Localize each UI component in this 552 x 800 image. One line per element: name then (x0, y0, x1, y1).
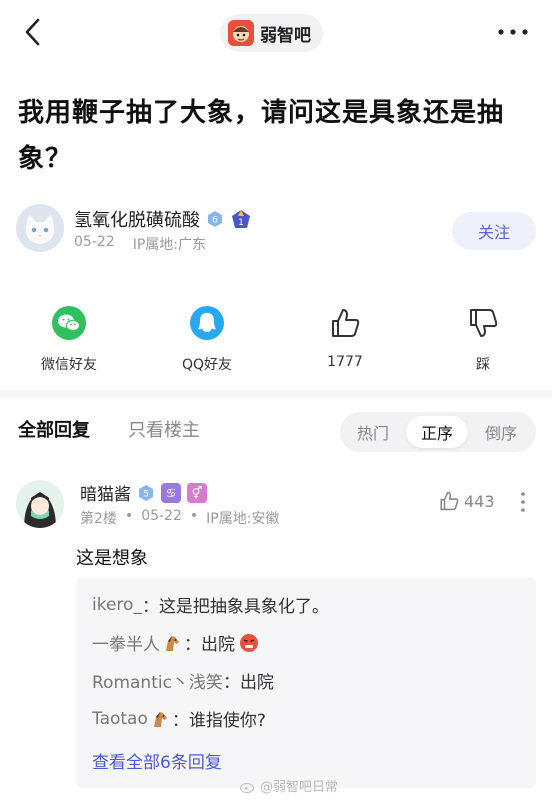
comment-like-count: 443 (464, 491, 495, 511)
like-count: 1777 (327, 354, 363, 370)
watermark-text: @弱智吧日常 (260, 780, 339, 795)
comment-ip: IP属地:安徽 (206, 511, 280, 527)
view-all-replies-link[interactable]: 查看全部6条回复 (92, 748, 222, 773)
share-qq-button[interactable]: QQ好友 (152, 300, 262, 374)
post-title: 我用鞭子抽了大象，请问这是具象还是抽象？ (18, 98, 505, 174)
author-avatar[interactable] (16, 204, 64, 252)
commenter-name-row: 暗猫酱 5 ♋ ⚥ (80, 480, 207, 505)
gender-badge-icon: ⚥ (187, 482, 207, 503)
author-level: 6 (212, 216, 218, 226)
sub-reply-text: 出院 (239, 673, 274, 693)
sub-reply: ikero_ ： 这是把抽象具象化了。 (92, 592, 329, 618)
wechat-label: 微信好友 (41, 357, 97, 373)
sub-reply: 一拳半人 ： 出院 (92, 630, 259, 655)
sub-reply-user[interactable]: Romantic丶浅笑 (92, 668, 223, 693)
level-badge-icon: 5 (139, 484, 153, 501)
forum-pill[interactable]: 弱智吧 (220, 14, 323, 52)
sort-hot[interactable]: 热门 (342, 416, 404, 448)
sub-reply-user[interactable]: Taotao (92, 709, 148, 729)
chevron-left-icon (25, 18, 40, 46)
sort-desc[interactable]: 倒序 (470, 416, 532, 448)
like-button[interactable]: 1777 (290, 300, 400, 370)
wechat-icon (52, 306, 86, 340)
more-button[interactable] (496, 22, 530, 42)
author-row: 氢氧化脱磺硫酸 6 1 05-22 IP属地:广东 关注 (16, 204, 536, 260)
comment-text: 这是想象 (76, 548, 148, 569)
sub-reply-text: 出院 (201, 635, 235, 655)
top-bar: 弱智吧 (0, 0, 552, 66)
comment-date: 05-22 (141, 508, 182, 524)
author-name-row: 氢氧化脱磺硫酸 6 1 (74, 206, 252, 232)
author-name[interactable]: 氢氧化脱磺硫酸 (74, 206, 200, 232)
level-badge-icon: 6 (208, 211, 222, 227)
comment-meta: 第2楼 • 05-22 • IP属地:安徽 (80, 508, 280, 527)
sub-replies[interactable]: ikero_ ： 这是把抽象具象化了。 一拳半人 ： 出院 Romantic丶浅… (76, 578, 536, 788)
thumb-up-icon (440, 491, 459, 511)
sub-reply: Romantic丶浅笑 ： 出院 (92, 668, 274, 693)
qq-label: QQ好友 (181, 357, 233, 373)
comment-like-button[interactable]: 443 (438, 490, 495, 512)
post-date: 05-22 (74, 234, 115, 250)
thumb-up-icon (332, 309, 360, 337)
commenter-name[interactable]: 暗猫酱 (80, 480, 131, 505)
horse-emoji-icon (166, 635, 179, 651)
sub-reply-text: 谁指使你? (188, 711, 266, 731)
forum-name: 弱智吧 (260, 25, 311, 46)
qq-icon (190, 306, 224, 340)
reply-tabs: 全部回复 只看楼主 热门 正序 倒序 (0, 404, 552, 454)
back-button[interactable] (18, 14, 50, 50)
angry-emoji-icon (240, 633, 258, 652)
rank-badge-icon: 1 (232, 210, 250, 228)
sort-asc[interactable]: 正序 (406, 416, 468, 448)
thumb-down-icon (470, 309, 498, 337)
tab-all-replies[interactable]: 全部回复 (18, 416, 90, 442)
sub-reply-user[interactable]: 一拳半人 (92, 630, 160, 655)
dislike-label: 踩 (476, 357, 490, 373)
comment-floor: 第2楼 (80, 511, 117, 527)
comment-more-button[interactable] (516, 490, 530, 514)
forum-logo (228, 20, 254, 46)
action-bar: 微信好友 QQ好友 1777 踩 (0, 300, 552, 380)
zodiac-badge-icon: ♋ (161, 482, 181, 503)
share-wechat-button[interactable]: 微信好友 (14, 300, 124, 374)
sub-reply: Taotao ： 谁指使你? (92, 706, 266, 732)
post-page: 弱智吧 我用鞭子抽了大象，请问这是具象还是抽象？ 氢氧化脱磺硫酸 6 1 05-… (0, 0, 552, 800)
dislike-button[interactable]: 踩 (428, 300, 538, 374)
tab-op-only[interactable]: 只看楼主 (128, 416, 200, 442)
sort-toggle: 热门 正序 倒序 (340, 412, 536, 452)
section-divider (0, 390, 552, 398)
commenter-level: 5 (143, 489, 149, 499)
svg-text:1: 1 (238, 218, 244, 228)
sub-reply-text: 这是把抽象具象化了。 (158, 597, 329, 617)
more-icon (498, 29, 528, 35)
weibo-icon (240, 782, 255, 793)
commenter-avatar[interactable] (16, 480, 64, 528)
author-ip: IP属地:广东 (132, 237, 206, 253)
follow-button[interactable]: 关注 (452, 212, 536, 250)
author-meta: 05-22 IP属地:广东 (74, 234, 206, 254)
horse-emoji-icon (153, 711, 167, 727)
watermark: @弱智吧日常 (240, 776, 338, 795)
more-vertical-icon (521, 492, 525, 512)
sub-reply-user[interactable]: ikero_ (92, 595, 142, 615)
